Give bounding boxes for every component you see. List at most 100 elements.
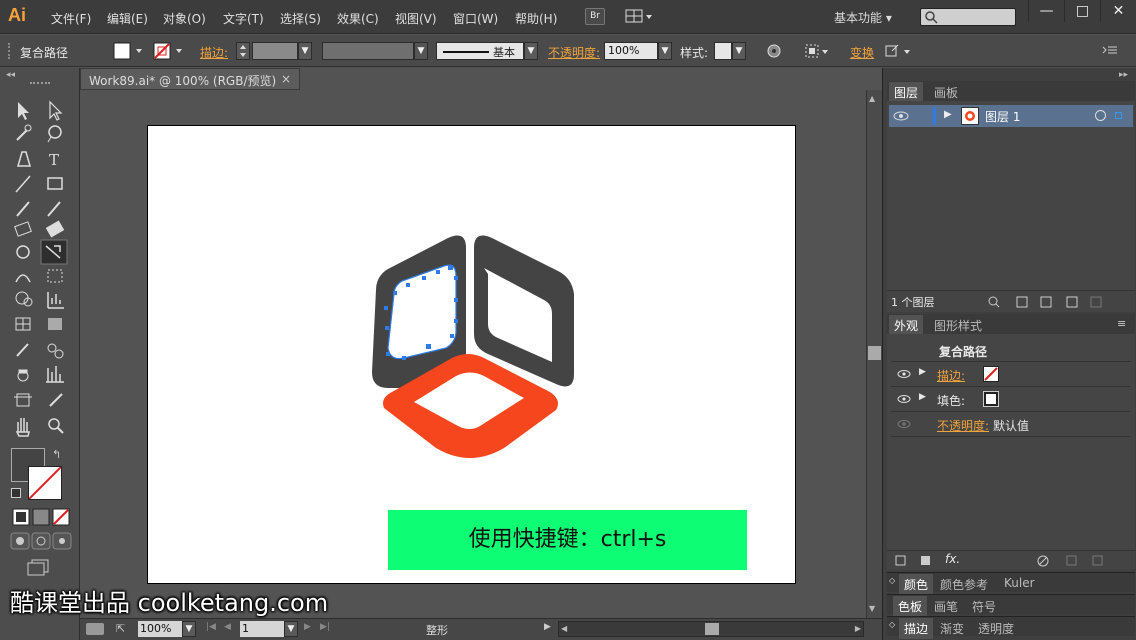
stroke-none-icon[interactable] [983, 366, 999, 382]
minimize-button[interactable]: — [1028, 0, 1064, 22]
menu-effect[interactable]: 效果(C) [337, 10, 379, 27]
eye-icon[interactable] [893, 110, 909, 122]
first-page-icon[interactable]: |◀ [206, 622, 216, 632]
opacity-dropdown[interactable]: ▼ [658, 42, 672, 60]
menu-help[interactable]: 帮助(H) [515, 10, 557, 27]
fill-attr-label[interactable]: 填色: [937, 392, 965, 409]
opacity-attr-label[interactable]: 不透明度: [937, 417, 989, 434]
variable-width-profile[interactable] [322, 42, 414, 60]
layers-footer-icons[interactable] [987, 295, 1107, 309]
panel-menu-icon[interactable]: ≡ [1117, 317, 1126, 330]
zoom-dropdown[interactable]: ▼ [182, 621, 196, 637]
menu-object[interactable]: 对象(O) [163, 10, 206, 27]
scroll-thumb[interactable] [868, 346, 881, 360]
close-window-button[interactable]: ✕ [1100, 0, 1136, 22]
tab-brushes[interactable]: 画笔 [929, 596, 963, 617]
help-search-input[interactable] [920, 8, 1016, 26]
eye-icon[interactable] [897, 394, 911, 404]
menu-window[interactable]: 窗口(W) [453, 10, 498, 27]
tab-artboards[interactable]: 画板 [929, 82, 963, 103]
tab-symbols[interactable]: 符号 [967, 596, 1001, 617]
tab-transparency[interactable]: 透明度 [973, 618, 1019, 639]
appearance-opacity-row[interactable]: 不透明度: 默认值 [891, 412, 1131, 437]
expand-arrow-icon[interactable]: ▶ [919, 392, 926, 402]
scroll-left-icon[interactable]: ◀ [561, 624, 567, 633]
tab-color-guide[interactable]: 颜色参考 [935, 574, 993, 595]
workspace-switcher[interactable]: 基本功能 ▾ [834, 9, 892, 26]
horizontal-scrollbar[interactable]: ◀ ▶ [558, 621, 864, 637]
stroke-swatch-dropdown[interactable] [152, 42, 188, 60]
expand-arrow-icon[interactable]: ▶ [944, 109, 952, 120]
appearance-fill-row[interactable]: ▶ 填色: [891, 387, 1131, 412]
zoom-input[interactable]: 100% [138, 621, 182, 637]
appearance-stroke-row[interactable]: ▶ 描边: [891, 362, 1131, 387]
brush-dropdown[interactable]: ▼ [524, 42, 538, 60]
isolate-dropdown[interactable] [884, 43, 914, 59]
menu-select[interactable]: 选择(S) [280, 10, 321, 27]
tab-swatches[interactable]: 色板 [893, 596, 928, 617]
collapse-arrow-icon[interactable]: ◇ [889, 620, 895, 629]
tab-kuler[interactable]: Kuler [999, 574, 1040, 592]
bridge-button[interactable]: Br [585, 8, 605, 25]
arrange-documents-button[interactable] [625, 8, 653, 25]
brush-definition[interactable]: 基本 [436, 42, 524, 60]
maximize-button[interactable]: □ [1064, 0, 1100, 22]
stroke-weight-input[interactable] [252, 42, 298, 60]
expand-arrow-icon[interactable]: ▶ [919, 367, 926, 377]
menu-edit[interactable]: 编辑(E) [107, 10, 148, 27]
screen-mode-button[interactable] [26, 558, 52, 576]
stroke-color-swatch[interactable] [28, 466, 62, 500]
fx-button[interactable]: fx. [945, 552, 960, 566]
collapse-arrow-icon[interactable]: ◇ [889, 576, 895, 585]
layer-row[interactable]: ▶ 图层 1 [889, 105, 1133, 127]
stroke-weight-stepper[interactable] [236, 42, 250, 60]
close-tab-icon[interactable]: × [281, 72, 291, 86]
menu-type[interactable]: 文字(T) [223, 10, 264, 27]
collapse-panel-icon[interactable]: ◂◂ [6, 70, 15, 80]
document-tab[interactable]: Work89.ai* @ 100% (RGB/预览) × [80, 68, 300, 90]
tab-appearance[interactable]: 外观 [889, 315, 924, 336]
menu-view[interactable]: 视图(V) [395, 10, 437, 27]
drawing-mode-buttons[interactable] [10, 532, 74, 550]
eye-icon[interactable] [897, 369, 911, 379]
hscroll-thumb[interactable] [705, 623, 719, 635]
opacity-label[interactable]: 不透明度: [548, 44, 600, 61]
expand-panels-icon[interactable]: ▸▸ [1119, 70, 1128, 80]
selection-indicator-icon[interactable] [1115, 112, 1122, 119]
default-colors-icon[interactable] [11, 488, 21, 498]
next-page-icon[interactable]: ▶ [304, 622, 311, 632]
graphic-style-dropdown[interactable]: ▼ [732, 42, 746, 60]
last-page-icon[interactable]: ▶| [320, 622, 330, 632]
fill-white-icon[interactable] [983, 391, 999, 407]
scroll-up-icon[interactable]: ▲ [869, 94, 875, 103]
page-dropdown[interactable]: ▼ [284, 621, 298, 637]
eye-icon[interactable] [897, 419, 911, 429]
target-icon[interactable] [1095, 110, 1106, 121]
tab-gradient[interactable]: 渐变 [935, 618, 969, 639]
tab-color[interactable]: 颜色 [899, 574, 934, 595]
tab-graphic-styles[interactable]: 图形样式 [929, 315, 987, 336]
grip-handle[interactable] [8, 43, 12, 59]
swap-colors-icon[interactable]: ↰ [52, 448, 61, 461]
variable-width-dropdown[interactable]: ▼ [414, 42, 428, 60]
grip-handle[interactable] [30, 82, 50, 84]
layer-name[interactable]: 图层 1 [985, 108, 1020, 125]
recolor-artwork-button[interactable] [766, 43, 782, 59]
panel-menu-icon[interactable] [1102, 45, 1118, 57]
tab-stroke[interactable]: 描边 [899, 618, 934, 639]
version-cue-icon[interactable] [86, 623, 104, 635]
stroke-label[interactable]: 描边: [200, 44, 228, 61]
page-input[interactable]: 1 [240, 621, 284, 637]
scroll-down-icon[interactable]: ▼ [869, 604, 875, 613]
export-icon[interactable]: ⇱ [116, 622, 125, 635]
scroll-right-icon[interactable]: ▶ [855, 624, 861, 633]
vertical-scrollbar[interactable]: ▲ ▼ [866, 90, 882, 618]
opacity-input[interactable]: 100% [604, 42, 658, 60]
graphic-style-swatch[interactable] [714, 42, 732, 60]
menu-file[interactable]: 文件(F) [51, 10, 91, 27]
prev-page-icon[interactable]: ◀ [224, 622, 231, 632]
align-dropdown[interactable] [804, 43, 830, 59]
tab-layers[interactable]: 图层 [889, 82, 924, 103]
stroke-weight-dropdown[interactable]: ▼ [298, 42, 312, 60]
transform-label[interactable]: 变换 [850, 44, 874, 61]
